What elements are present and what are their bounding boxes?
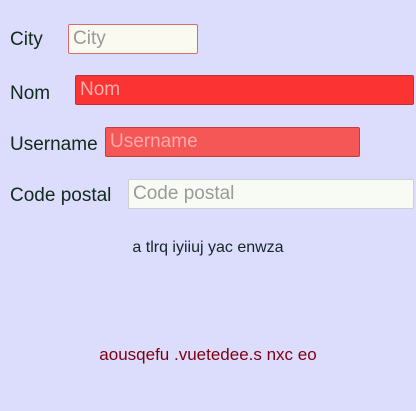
nom-label: Nom xyxy=(10,83,51,104)
city-input[interactable] xyxy=(68,24,198,54)
username-input[interactable] xyxy=(105,127,360,157)
info-text: a tlrq iyiiuj yac enwza xyxy=(132,239,284,256)
username-label: Username xyxy=(10,134,98,155)
postal-code-input[interactable] xyxy=(128,179,414,209)
city-label: City xyxy=(10,29,43,50)
nom-input[interactable] xyxy=(75,75,414,105)
postal-code-label: Code postal xyxy=(10,185,112,206)
footer-text: aousqefu .vuetedee.s nxc eo xyxy=(99,345,317,364)
